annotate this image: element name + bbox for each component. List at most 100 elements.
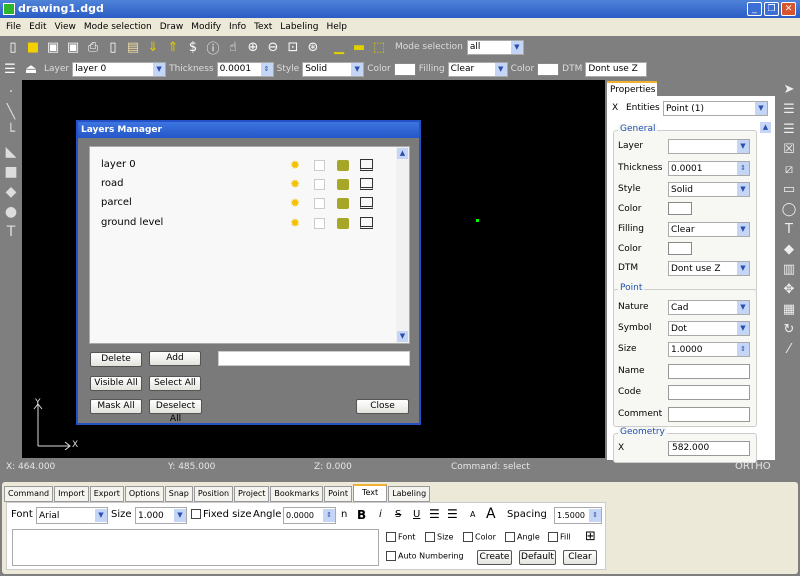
name-input[interactable]: [668, 364, 750, 379]
select-checkbox[interactable]: [314, 218, 325, 229]
point-icon[interactable]: ·: [9, 84, 13, 100]
menu-draw[interactable]: Draw: [156, 18, 188, 36]
visible-sun-icon[interactable]: ✹: [290, 178, 300, 190]
tab-export[interactable]: Export: [89, 486, 124, 502]
save-as-icon[interactable]: ▣: [65, 39, 81, 55]
line-tool-icon[interactable]: ⧄: [785, 162, 793, 177]
drawn-point[interactable]: [476, 219, 479, 222]
delete-button[interactable]: Delete: [90, 352, 142, 367]
select-all-button[interactable]: Select All: [149, 376, 201, 391]
zoom-out-icon[interactable]: ⊖: [265, 39, 281, 55]
filling-select[interactable]: Clear ▼: [447, 61, 508, 77]
layer-select[interactable]: ▼: [668, 139, 750, 154]
entities-select[interactable]: Point (1) ▼: [663, 101, 768, 116]
printer-icon[interactable]: [337, 198, 349, 209]
layer-row[interactable]: ground level ✹: [90, 214, 390, 232]
style-select[interactable]: Solid ▼: [302, 61, 365, 77]
deselect-all-button[interactable]: Deselect All: [149, 399, 202, 424]
monitor-icon[interactable]: [360, 159, 373, 171]
menu-info[interactable]: Info: [225, 18, 250, 36]
select-checkbox[interactable]: [314, 198, 325, 209]
circle-icon[interactable]: ●: [5, 204, 17, 220]
size-stepper[interactable]: 1.0000 ⇕: [668, 342, 750, 357]
zoom-window-icon[interactable]: ⊡: [285, 39, 301, 55]
tab-bookmarks[interactable]: Bookmarks: [270, 486, 324, 502]
ortho-toggle[interactable]: ORTHO: [735, 458, 771, 476]
printer-icon[interactable]: [337, 160, 349, 171]
circle-tool-icon[interactable]: ◯: [782, 202, 797, 217]
checkbox[interactable]: [425, 532, 435, 542]
menu-edit[interactable]: Edit: [25, 18, 50, 36]
scroll-up-icon[interactable]: ▲: [760, 122, 771, 133]
color-checkbox[interactable]: Color: [463, 532, 496, 542]
info-icon[interactable]: ⓘ: [205, 39, 221, 57]
polygon-icon[interactable]: ◣: [6, 144, 17, 160]
create-button[interactable]: Create: [477, 550, 512, 565]
layer-row[interactable]: parcel ✹: [90, 194, 390, 212]
measure-line-icon[interactable]: ▬: [351, 39, 367, 55]
larger-text-button[interactable]: A: [486, 506, 496, 522]
select-checkbox[interactable]: [314, 179, 325, 190]
menu-mode-selection[interactable]: Mode selection: [80, 18, 156, 36]
align-left-icon[interactable]: ☰: [429, 507, 440, 521]
print-icon[interactable]: ⎙: [85, 39, 101, 55]
page-icon[interactable]: ▭: [783, 182, 795, 197]
copy-icon[interactable]: ▯: [105, 39, 121, 55]
grid-icon[interactable]: ▦: [783, 302, 795, 317]
tab-command[interactable]: Command: [4, 486, 54, 502]
eraser-icon[interactable]: ◆: [784, 242, 794, 257]
open-icon[interactable]: ■: [25, 39, 41, 55]
italic-button[interactable]: i: [379, 509, 382, 520]
layer-row[interactable]: road ✹: [90, 175, 390, 193]
tab-options[interactable]: Options: [124, 486, 164, 502]
layers-icon[interactable]: ☰: [783, 102, 795, 117]
trash-icon[interactable]: ▥: [783, 262, 795, 277]
spinner-icon[interactable]: ⇕: [323, 509, 335, 522]
tab-import[interactable]: Import: [54, 486, 89, 502]
scroll-up-icon[interactable]: ▲: [397, 148, 408, 159]
scroll-down-icon[interactable]: ▼: [397, 331, 408, 342]
line-icon[interactable]: ╲: [7, 104, 15, 120]
polyline-icon[interactable]: └: [7, 124, 15, 140]
size-checkbox[interactable]: Size: [425, 532, 453, 542]
hand-icon[interactable]: ☝: [225, 39, 241, 55]
save-icon[interactable]: ▣: [45, 39, 61, 55]
add-layer-icon[interactable]: ⏏: [23, 61, 39, 77]
paste-icon[interactable]: ▤: [125, 39, 141, 55]
minimize-button[interactable]: _: [747, 2, 762, 16]
trim-icon[interactable]: ⁄: [788, 342, 790, 357]
angle-checkbox[interactable]: Angle: [505, 532, 540, 542]
printer-icon[interactable]: [337, 179, 349, 190]
import-icon[interactable]: ⇓: [145, 39, 161, 55]
smaller-text-button[interactable]: A: [470, 510, 475, 519]
mask-all-button[interactable]: Mask All: [90, 399, 142, 414]
menu-modify[interactable]: Modify: [187, 18, 225, 36]
fill-color-swatch[interactable]: [668, 242, 692, 255]
checkbox[interactable]: [386, 551, 396, 561]
menu-view[interactable]: View: [51, 18, 80, 36]
layers-list[interactable]: layer 0 ✹ road ✹ parcel ✹ ground level ✹ ▲ ▼: [89, 146, 410, 344]
font-select[interactable]: Arial ▼: [36, 507, 108, 524]
thickness-stepper[interactable]: 0.0001 ⇕: [668, 161, 750, 176]
spinner-icon[interactable]: ⇕: [737, 162, 749, 175]
table-icon[interactable]: ⊞: [585, 529, 596, 544]
spinner-icon[interactable]: ⇕: [737, 343, 749, 356]
monitor-icon[interactable]: [360, 178, 373, 190]
close-dialog-button[interactable]: Close: [356, 399, 409, 414]
new-icon[interactable]: ▯: [5, 39, 21, 55]
zoom-extents-icon[interactable]: ⊛: [305, 39, 321, 55]
maximize-button[interactable]: ❐: [764, 2, 779, 16]
tab-snap[interactable]: Snap: [164, 486, 193, 502]
close-properties-button[interactable]: X: [612, 103, 618, 113]
menu-labeling[interactable]: Labeling: [276, 18, 322, 36]
dtm-select[interactable]: Dont use Z: [585, 61, 648, 77]
measure-point-icon[interactable]: ▁: [331, 39, 347, 55]
spacing-stepper[interactable]: 1.5000 ⇕: [554, 507, 602, 524]
fill-checkbox[interactable]: Fill: [548, 532, 571, 542]
select-checkbox[interactable]: [314, 160, 325, 171]
dollar-icon[interactable]: $: [185, 39, 201, 55]
text-icon[interactable]: T: [7, 224, 16, 240]
printer-icon[interactable]: [337, 218, 349, 229]
tab-labeling[interactable]: Labeling: [388, 486, 431, 502]
auto-numbering-checkbox[interactable]: Auto Numbering: [386, 551, 464, 561]
